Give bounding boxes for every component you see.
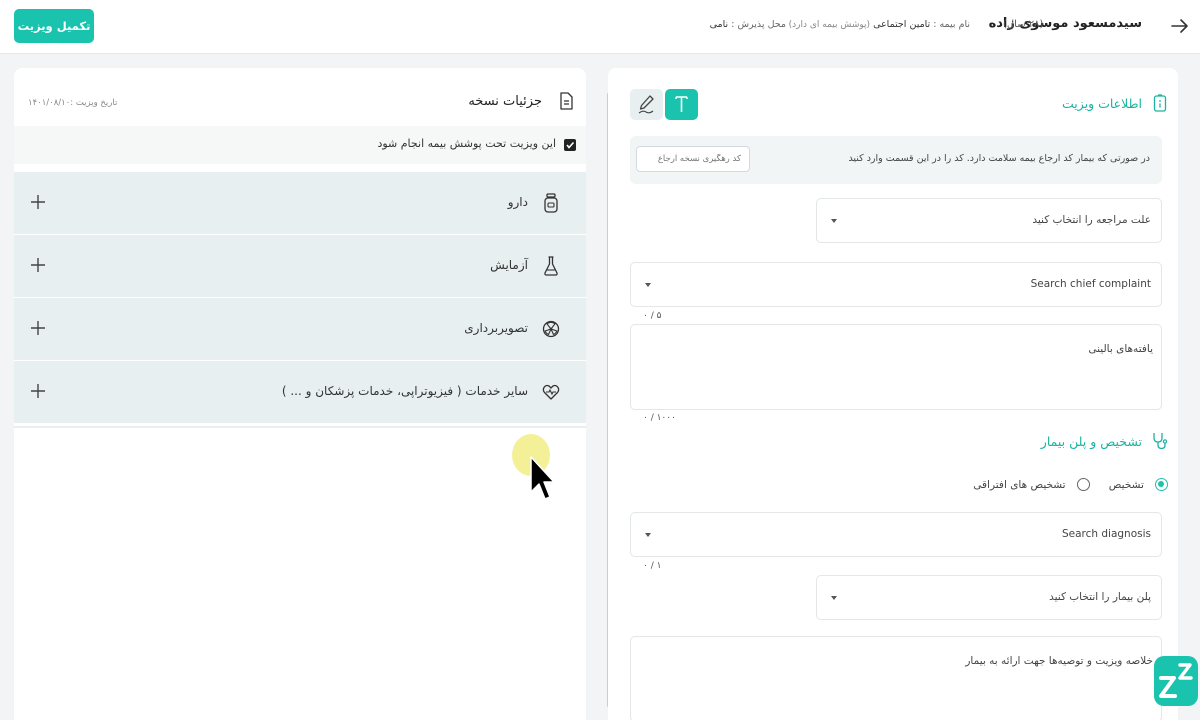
prescription-panel: جزئیات نسخه تاریخ ویزیت :۱۴۰۱/۰۸/۱۰ این … bbox=[14, 68, 586, 720]
findings-counter: ۰ / ۱۰۰۰ bbox=[643, 413, 676, 423]
visit-info-title: اطلاعات ویزیت bbox=[1061, 96, 1142, 111]
radio-differential[interactable] bbox=[1076, 478, 1090, 491]
service-label: آزمایش bbox=[490, 258, 528, 272]
referral-code-input[interactable] bbox=[636, 146, 750, 172]
handwriting-mode-button[interactable] bbox=[630, 89, 663, 120]
location-label: محل پذیرش : bbox=[731, 19, 786, 30]
service-list: دارو آزمایش تصویربرداری سایر خدمات (فیز… bbox=[14, 172, 586, 424]
service-item-other[interactable]: سایر خدمات ( فیزیوتراپی، خدمات پزشکان و … bbox=[14, 361, 586, 424]
radio-differential-label: تشخیص های افتراقی bbox=[973, 478, 1066, 491]
plus-icon[interactable] bbox=[30, 194, 46, 210]
cursor-arrow-icon bbox=[530, 456, 555, 500]
prescription-title: جزئیات نسخه bbox=[468, 94, 542, 109]
referral-instructions: در صورتی که بیمار کد ارجاع بیمه سلامت دا… bbox=[848, 153, 1150, 164]
info-document-icon bbox=[1153, 94, 1167, 112]
insurance-coverage: (پوشش بیمه ای دارد) bbox=[788, 20, 871, 30]
text-icon bbox=[675, 96, 688, 112]
list-divider bbox=[14, 426, 586, 428]
radiation-icon bbox=[542, 320, 560, 338]
flask-icon bbox=[544, 256, 558, 276]
service-item-imaging[interactable]: تصویربرداری bbox=[14, 298, 586, 361]
caret-down-icon bbox=[831, 596, 837, 600]
service-label: سایر خدمات ( فیزیوتراپی، خدمات پزشکان و … bbox=[281, 384, 528, 398]
radio-diagnosis[interactable] bbox=[1155, 478, 1168, 491]
diagnosis-counter: ۰ / ۱ bbox=[643, 561, 662, 571]
zz-logo-icon bbox=[1159, 663, 1193, 698]
back-arrow-icon[interactable] bbox=[1170, 16, 1190, 36]
patient-age: (۲۸ سال) bbox=[1003, 19, 1044, 30]
diagnosis-search-placeholder: Search diagnosis bbox=[1061, 528, 1151, 540]
insurance-name: تامین اجتماعی bbox=[873, 19, 931, 30]
service-label: دارو bbox=[507, 195, 528, 209]
heart-pulse-icon bbox=[542, 384, 560, 400]
insurance-cover-row: این ویزیت تحت پوشش بیمه انجام شود bbox=[14, 126, 586, 164]
support-chat-badge[interactable] bbox=[1154, 656, 1198, 706]
stethoscope-icon bbox=[1153, 433, 1168, 450]
visit-date: تاریخ ویزیت :۱۴۰۱/۰۸/۱۰ bbox=[28, 98, 118, 108]
radio-diagnosis-label: تشخیص bbox=[1108, 478, 1144, 491]
mouse-cursor bbox=[512, 434, 562, 514]
visit-reason-select[interactable]: علت مراجعه را انتخاب کنید bbox=[816, 198, 1162, 243]
insurance-label: نام بیمه : bbox=[933, 19, 970, 30]
plus-icon[interactable] bbox=[30, 383, 46, 399]
visit-reason-placeholder: علت مراجعه را انتخاب کنید bbox=[1032, 214, 1151, 226]
referral-code-box: در صورتی که بیمار کد ارجاع بیمه سلامت دا… bbox=[630, 136, 1162, 184]
document-icon bbox=[560, 92, 573, 110]
service-label: تصویربرداری bbox=[464, 321, 528, 335]
clinical-findings-placeholder: یافته‌های بالینی bbox=[1088, 343, 1153, 355]
insurance-checkbox[interactable] bbox=[564, 139, 576, 151]
text-mode-button[interactable] bbox=[665, 89, 698, 120]
check-icon bbox=[566, 141, 575, 149]
patient-plan-select[interactable]: پلن بیمار را انتخاب کنید bbox=[816, 575, 1162, 620]
plus-icon[interactable] bbox=[30, 257, 46, 273]
plus-icon[interactable] bbox=[30, 320, 46, 336]
pen-icon bbox=[638, 95, 654, 114]
patient-plan-placeholder: پلن بیمار را انتخاب کنید bbox=[1049, 591, 1151, 603]
diagnosis-search[interactable]: Search diagnosis bbox=[630, 512, 1162, 557]
location-value: نامی bbox=[709, 19, 729, 30]
chief-complaint-counter: ۰ / ۵ bbox=[643, 311, 662, 321]
diagnosis-section-title: تشخیص و پلن بیمار bbox=[1040, 434, 1142, 449]
visit-summary-textarea[interactable]: خلاصه ویزیت و توصیه‌ها جهت ارائه به بیما… bbox=[630, 636, 1162, 720]
insurance-checkbox-label: این ویزیت تحت پوشش بیمه انجام شود bbox=[377, 137, 556, 150]
visit-summary-placeholder: خلاصه ویزیت و توصیه‌ها جهت ارائه به بیما… bbox=[965, 655, 1153, 667]
visit-panel: اطلاعات ویزیت در صورتی که بیمار کد ارجاع… bbox=[608, 68, 1178, 720]
caret-down-icon bbox=[831, 219, 837, 223]
caret-down-icon bbox=[645, 533, 651, 537]
insurance-info: نام بیمه : تامین اجتماعی (پوشش بیمه ای د… bbox=[789, 19, 970, 30]
chief-complaint-search[interactable]: Search chief complaint bbox=[630, 262, 1162, 307]
service-item-lab[interactable]: آزمایش bbox=[14, 235, 586, 298]
top-header: سیدمسعود موسوی زاده (۲۸ سال) نام بیمه : … bbox=[0, 0, 1200, 54]
clinical-findings-textarea[interactable]: یافته‌های بالینی bbox=[630, 324, 1162, 410]
chief-complaint-placeholder: Search chief complaint bbox=[1030, 278, 1151, 290]
location-info: محل پذیرش : نامی bbox=[710, 19, 786, 30]
caret-down-icon bbox=[645, 283, 651, 287]
service-item-medicine[interactable]: دارو bbox=[14, 172, 586, 235]
diagnosis-type-radios: تشخیص تشخیص های افتراقی bbox=[959, 474, 1168, 494]
finish-visit-button[interactable]: تکمیل ویزیت bbox=[14, 9, 94, 43]
medicine-bottle-icon bbox=[544, 193, 558, 213]
